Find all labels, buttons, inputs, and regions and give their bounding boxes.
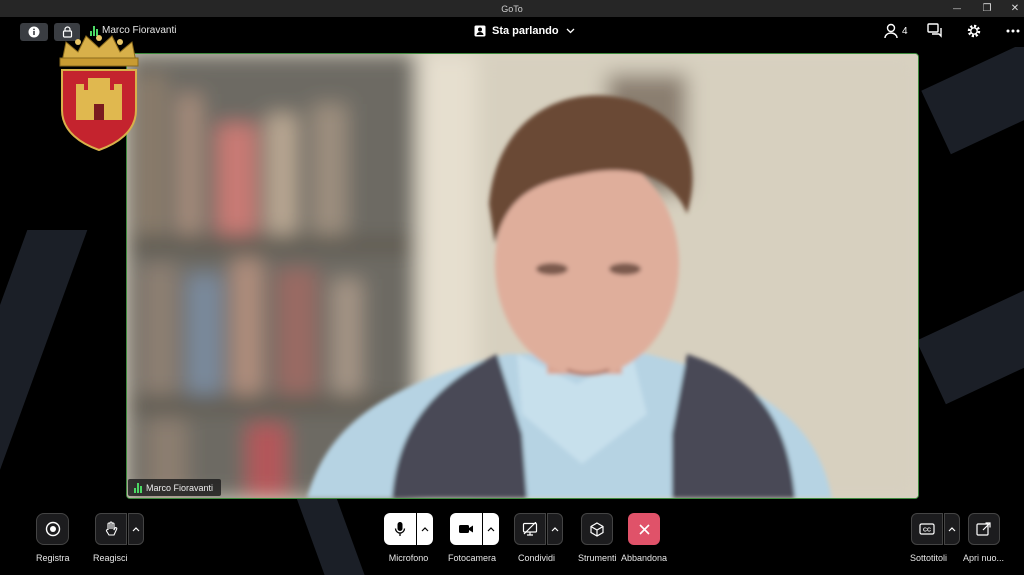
tools-button[interactable] <box>581 513 614 545</box>
open-new-control: Apri nuo... <box>963 513 1004 563</box>
microphone-button[interactable] <box>384 513 416 545</box>
svg-text:CC: CC <box>923 528 931 534</box>
camera-control: Fotocamera <box>448 513 500 563</box>
camera-label: Fotocamera <box>448 553 497 563</box>
minimize-button[interactable]: — <box>942 0 972 17</box>
subtitles-control: CC Sottotitoli <box>910 513 961 563</box>
view-selector-label: Sta parlando <box>492 25 559 37</box>
share-button[interactable] <box>514 513 546 545</box>
bg-stripe-right <box>916 285 1024 405</box>
participants-icon <box>884 23 898 39</box>
tools-label: Strumenti <box>578 553 617 563</box>
info-icon <box>28 26 40 38</box>
participants-button[interactable]: 4 <box>884 23 908 39</box>
camera-button[interactable] <box>449 513 482 545</box>
chevron-down-icon <box>566 28 575 34</box>
open-new-button[interactable] <box>967 513 1000 545</box>
close-button[interactable]: ✕ <box>1000 0 1024 17</box>
leave-label: Abbandona <box>621 553 668 563</box>
bg-stripe-right-top <box>921 35 1024 155</box>
chevron-up-icon <box>948 526 956 531</box>
meeting-topbar: Marco Fioravanti Sta parlando 4 <box>0 17 1024 47</box>
share-label: Condividi <box>517 553 556 563</box>
chevron-up-icon <box>551 526 559 531</box>
camera-icon <box>458 525 473 533</box>
microphone-label: Microfono <box>388 553 429 563</box>
audio-bars-icon <box>134 482 142 493</box>
record-button[interactable] <box>36 513 70 545</box>
restore-button[interactable]: ❐ <box>972 0 1002 17</box>
gear-icon <box>967 24 981 38</box>
react-control: Reagisci <box>93 513 146 563</box>
open-new-label: Apri nuo... <box>963 553 1005 563</box>
microphone-control: Microfono <box>384 513 433 563</box>
subtitles-label: Sottotitoli <box>910 553 948 563</box>
video-name-label: Marco Fioravanti <box>146 482 214 493</box>
share-screen-icon <box>522 522 538 536</box>
leave-control: Abbandona <box>621 513 667 563</box>
microphone-icon <box>394 522 406 536</box>
chat-icon <box>927 23 942 38</box>
chevron-up-icon <box>421 526 429 531</box>
share-control: Condividi <box>514 513 563 563</box>
speaker-view-icon <box>474 25 486 37</box>
more-button[interactable] <box>1006 25 1020 37</box>
microphone-options-button[interactable] <box>417 513 433 545</box>
participant-video <box>127 54 918 498</box>
record-control: Registra <box>36 513 70 563</box>
settings-button[interactable] <box>966 23 982 39</box>
more-icon <box>1006 29 1020 33</box>
bg-stripe-bottom <box>295 495 365 575</box>
record-label: Registra <box>36 553 70 563</box>
video-name-tag: Marco Fioravanti <box>128 479 222 496</box>
popout-icon <box>976 522 991 536</box>
info-button[interactable] <box>20 23 48 41</box>
react-button[interactable] <box>94 513 127 545</box>
chevron-up-icon <box>132 526 140 531</box>
close-icon <box>638 523 650 535</box>
chevron-up-icon <box>487 526 494 531</box>
subtitles-button[interactable]: CC <box>911 513 944 545</box>
cube-icon <box>590 521 604 537</box>
share-options-button[interactable] <box>547 513 563 545</box>
react-options-button[interactable] <box>127 513 144 545</box>
chat-button[interactable] <box>927 23 943 38</box>
record-icon <box>45 521 60 537</box>
camera-options-button[interactable] <box>482 513 499 545</box>
leave-button[interactable] <box>628 513 661 545</box>
video-tile <box>126 53 919 499</box>
tools-control: Strumenti <box>578 513 617 563</box>
participants-count: 4 <box>902 25 908 37</box>
city-crest-logo <box>59 35 139 152</box>
window-titlebar: GoTo — ❐ ✕ <box>0 0 1024 17</box>
react-label: Reagisci <box>93 553 128 563</box>
subtitles-options-button[interactable] <box>944 513 961 545</box>
view-selector[interactable]: Sta parlando <box>474 25 575 37</box>
window-title: GoTo <box>501 3 523 14</box>
bg-stripe-left <box>0 230 88 490</box>
cc-icon: CC <box>919 523 935 535</box>
hand-icon <box>105 521 118 536</box>
